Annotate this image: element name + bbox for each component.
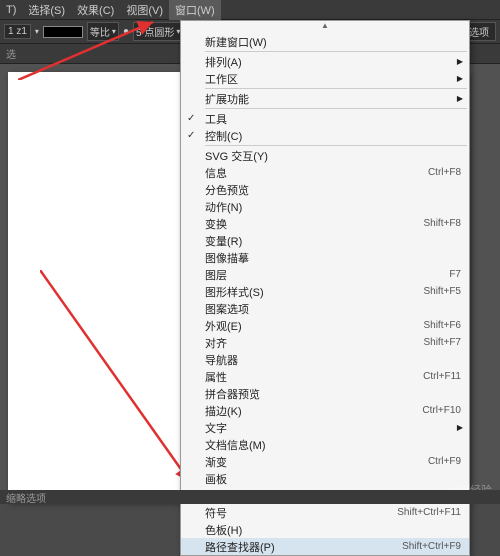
menu-item[interactable]: 文档信息(M) bbox=[181, 436, 469, 453]
menu-shortcut: F7 bbox=[449, 269, 461, 280]
menu-item[interactable]: 图像描摹 bbox=[181, 249, 469, 266]
menu-item-label: 渐变 bbox=[205, 454, 428, 470]
stroke-ratio-select[interactable]: 等比▾ bbox=[87, 22, 119, 41]
menu-item[interactable]: ✓ 控制(C) bbox=[181, 127, 469, 144]
menu-item[interactable]: 变量(R) bbox=[181, 232, 469, 249]
toolbar-field1[interactable]: 1 z1 bbox=[4, 24, 31, 39]
chevron-down-icon[interactable]: ▾ bbox=[35, 27, 39, 36]
menu-item-label: 信息 bbox=[205, 165, 428, 181]
menu-shortcut: Shift+Ctrl+F9 bbox=[402, 541, 461, 552]
menu-shortcut: Shift+F8 bbox=[423, 218, 461, 229]
menu-item-label: 路径查找器(P) bbox=[205, 539, 402, 555]
menu-item-label: 控制(C) bbox=[205, 128, 461, 144]
menu-t[interactable]: T) bbox=[0, 2, 22, 18]
menu-item-label: 符号 bbox=[205, 505, 397, 521]
window-menu-dropdown: ▲ 新建窗口(W)排列(A)▶工作区▶扩展功能▶✓工具✓控制(C)SVG 交互(… bbox=[180, 20, 470, 556]
menu-item[interactable]: 属性Ctrl+F11 bbox=[181, 368, 469, 385]
menu-item[interactable]: 动作(N) bbox=[181, 198, 469, 215]
menu-item[interactable]: 渐变Ctrl+F9 bbox=[181, 453, 469, 470]
shape-select[interactable]: 5 点圆形▾ bbox=[133, 22, 183, 41]
menu-item-label: SVG 交互(Y) bbox=[205, 148, 461, 164]
submenu-arrow-icon: ▶ bbox=[457, 74, 463, 83]
menu-item-label: 扩展功能 bbox=[205, 91, 461, 107]
submenu-arrow-icon: ▶ bbox=[457, 57, 463, 66]
menu-item-label: 属性 bbox=[205, 369, 423, 385]
menu-item-label: 文档信息(M) bbox=[205, 437, 461, 453]
menu-item[interactable]: 色板(H) bbox=[181, 521, 469, 538]
menu-item[interactable]: 符号Shift+Ctrl+F11 bbox=[181, 504, 469, 521]
subbar-label: 选 bbox=[6, 46, 16, 61]
menu-item-label: 新建窗口(W) bbox=[205, 34, 461, 50]
menu-item[interactable]: 对齐Shift+F7 bbox=[181, 334, 469, 351]
menu-item[interactable]: ✓ 工具 bbox=[181, 110, 469, 127]
stroke-preview[interactable] bbox=[43, 26, 83, 38]
menu-shortcut: Shift+F6 bbox=[423, 320, 461, 331]
menu-item-label: 工作区 bbox=[205, 71, 461, 87]
menu-item-label: 拼合器预览 bbox=[205, 386, 461, 402]
menu-separator bbox=[205, 88, 467, 89]
menu-item[interactable]: 分色预览 bbox=[181, 181, 469, 198]
menu-separator bbox=[205, 145, 467, 146]
bottombar-label: 缩略选项 bbox=[6, 490, 46, 505]
menu-item-label: 画板 bbox=[205, 471, 461, 487]
menu-effect[interactable]: 效果(C) bbox=[71, 0, 120, 20]
menu-select[interactable]: 选择(S) bbox=[22, 0, 71, 20]
menu-shortcut: Shift+F7 bbox=[423, 337, 461, 348]
menu-shortcut: Ctrl+F10 bbox=[422, 405, 461, 416]
menu-window[interactable]: 窗口(W) bbox=[169, 0, 221, 20]
menu-item-label: 图案选项 bbox=[205, 301, 461, 317]
menu-item[interactable]: 排列(A)▶ bbox=[181, 53, 469, 70]
menu-item[interactable]: 文字▶ bbox=[181, 419, 469, 436]
menu-shortcut: Ctrl+F8 bbox=[428, 167, 461, 178]
menu-item[interactable]: 描边(K)Ctrl+F10 bbox=[181, 402, 469, 419]
bottombar: 缩略选项 bbox=[0, 490, 500, 504]
menu-item[interactable]: 拼合器预览 bbox=[181, 385, 469, 402]
menu-item-label: 图层 bbox=[205, 267, 449, 283]
menu-item-label: 外观(E) bbox=[205, 318, 423, 334]
menu-item-label: 对齐 bbox=[205, 335, 423, 351]
menu-item[interactable]: 信息Ctrl+F8 bbox=[181, 164, 469, 181]
menu-shortcut: Shift+F5 bbox=[423, 286, 461, 297]
menu-item[interactable]: 新建窗口(W) bbox=[181, 33, 469, 50]
menu-item[interactable]: 扩展功能▶ bbox=[181, 90, 469, 107]
menu-item[interactable]: 变换Shift+F8 bbox=[181, 215, 469, 232]
check-icon: ✓ bbox=[187, 113, 195, 124]
menu-item-label: 排列(A) bbox=[205, 54, 461, 70]
menu-item-label: 分色预览 bbox=[205, 182, 461, 198]
menu-item-label: 工具 bbox=[205, 111, 461, 127]
submenu-arrow-icon: ▶ bbox=[457, 423, 463, 432]
menu-item-label: 变量(R) bbox=[205, 233, 461, 249]
menu-item[interactable]: 图形样式(S)Shift+F5 bbox=[181, 283, 469, 300]
check-icon: ✓ bbox=[187, 130, 195, 141]
menu-item-label: 色板(H) bbox=[205, 522, 461, 538]
menu-item[interactable]: 外观(E)Shift+F6 bbox=[181, 317, 469, 334]
menu-item[interactable]: SVG 交互(Y) bbox=[181, 147, 469, 164]
menu-item-label: 动作(N) bbox=[205, 199, 461, 215]
menu-item-label: 图像描摹 bbox=[205, 250, 461, 266]
menu-item-label: 描边(K) bbox=[205, 403, 422, 419]
menu-scroll-up-icon[interactable]: ▲ bbox=[181, 21, 469, 33]
menu-separator bbox=[205, 108, 467, 109]
menu-item-label: 图形样式(S) bbox=[205, 284, 423, 300]
submenu-arrow-icon: ▶ bbox=[457, 94, 463, 103]
menu-item-label: 文字 bbox=[205, 420, 461, 436]
menu-item[interactable]: 导航器 bbox=[181, 351, 469, 368]
menu-shortcut: Ctrl+F11 bbox=[423, 371, 461, 382]
menu-item-label: 导航器 bbox=[205, 352, 461, 368]
menu-shortcut: Ctrl+F9 bbox=[428, 456, 461, 467]
menu-item[interactable]: 路径查找器(P)Shift+Ctrl+F9 bbox=[181, 538, 469, 555]
menubar: T) 选择(S) 效果(C) 视图(V) 窗口(W) bbox=[0, 0, 500, 20]
menu-view[interactable]: 视图(V) bbox=[120, 0, 169, 20]
dot-icon: ● bbox=[123, 26, 129, 37]
menu-item[interactable]: 图层F7 bbox=[181, 266, 469, 283]
menu-item[interactable]: 图案选项 bbox=[181, 300, 469, 317]
menu-item[interactable]: 工作区▶ bbox=[181, 70, 469, 87]
menu-separator bbox=[205, 51, 467, 52]
menu-item[interactable]: 画板 bbox=[181, 470, 469, 487]
menu-item-label: 变换 bbox=[205, 216, 423, 232]
menu-shortcut: Shift+Ctrl+F11 bbox=[397, 507, 461, 518]
